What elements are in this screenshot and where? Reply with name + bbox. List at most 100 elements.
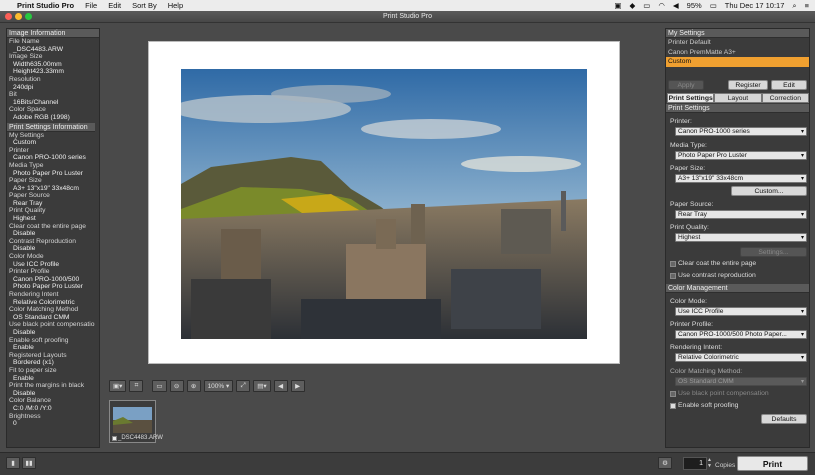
edit-button[interactable]: Edit <box>771 80 807 90</box>
settings-panel: My Settings Printer Default Canon PremMa… <box>665 28 810 448</box>
apply-button[interactable]: Apply <box>668 80 704 90</box>
view-mode-icon[interactable]: ▣▾ <box>109 380 127 392</box>
next-icon[interactable]: ▶ <box>290 380 305 392</box>
menu-sort-by[interactable]: Sort By <box>132 1 157 10</box>
bottom-bar: ▮ ▮▮ ⚙ 1 ▲ ▼ Copies Print <box>0 452 815 475</box>
previous-icon[interactable]: ◀ <box>273 380 288 392</box>
paper-preview <box>148 41 620 364</box>
thumbnail-item[interactable]: _DSC4483.ARW <box>109 400 163 443</box>
my-settings-printer-default[interactable]: Printer Default <box>666 38 809 48</box>
dropbox-icon[interactable]: ◆ <box>629 1 635 10</box>
defaults-button[interactable]: Defaults <box>761 414 807 424</box>
copies-input[interactable]: 1 <box>683 457 707 470</box>
media-type-select[interactable]: Photo Paper Pro Luster <box>675 151 807 160</box>
layout-single-icon[interactable]: ▮ <box>6 457 20 469</box>
soft-proofing-checkbox[interactable]: Enable soft proofing <box>670 402 738 409</box>
photo-image <box>181 69 587 339</box>
menu-file[interactable]: File <box>85 1 97 10</box>
info-value: Enable <box>13 374 34 382</box>
info-value: Photo Paper Pro Luster <box>13 169 83 177</box>
zoom-select[interactable]: 100% ▾ <box>203 380 234 392</box>
my-settings-custom[interactable]: Custom <box>666 57 809 67</box>
my-settings-canon-premmatte[interactable]: Canon PremMatte A3+ <box>666 48 809 58</box>
tab-correction[interactable]: Correction <box>761 93 809 103</box>
custom-paper-button[interactable]: Custom... <box>731 186 807 196</box>
thumbnail-filename: _DSC4483.ARW <box>118 435 163 441</box>
info-value: Bordered (x1) <box>13 359 54 367</box>
compare-icon[interactable]: ▤▾ <box>253 380 271 392</box>
color-matching-select[interactable]: OS Standard CMM <box>675 377 807 386</box>
info-label: Printer Profile <box>9 268 50 276</box>
info-value: Disable <box>13 328 36 336</box>
paper-source-select[interactable]: Rear Tray <box>675 210 807 219</box>
color-mode-label: Color Mode: <box>670 298 708 305</box>
window-title: Print Studio Pro <box>382 13 433 20</box>
close-window-button[interactable] <box>5 13 12 20</box>
print-quality-select[interactable]: Highest <box>675 233 807 242</box>
menu-app-name[interactable]: Print Studio Pro <box>17 1 74 10</box>
photo-preview[interactable] <box>181 69 587 339</box>
contrast-checkbox[interactable]: Use contrast reproduction <box>670 272 756 279</box>
image-info-header[interactable]: Image Information <box>7 29 99 38</box>
tab-print-settings[interactable]: Print Settings <box>667 93 715 103</box>
clear-coat-checkbox[interactable]: Clear coat the entire page <box>670 260 756 267</box>
color-management-header[interactable]: Color Management <box>666 284 809 293</box>
clear-coat-box[interactable] <box>670 260 676 267</box>
info-value: Rear Tray <box>13 199 43 207</box>
color-mode-select[interactable]: Use ICC Profile <box>675 307 807 316</box>
black-point-box[interactable] <box>670 390 676 397</box>
info-label: Paper Source <box>9 192 50 200</box>
paper-size-select[interactable]: A3+ 13"x19" 33x48cm <box>675 174 807 183</box>
info-label: File Name <box>9 38 40 45</box>
info-label: Color Mode <box>9 253 44 261</box>
gear-icon[interactable]: ⚙ <box>658 457 672 469</box>
soft-proofing-label: Enable soft proofing <box>678 402 739 409</box>
quality-settings-button[interactable]: Settings... <box>740 247 807 257</box>
copies-stepper[interactable]: ▲ ▼ <box>707 457 713 470</box>
print-info-header[interactable]: Print Settings Information <box>7 122 99 132</box>
battery-status[interactable]: 95% <box>687 1 702 10</box>
zoom-out-icon[interactable]: ⊖ <box>169 380 184 392</box>
search-icon[interactable]: ⌕ <box>792 1 796 11</box>
fit-icon[interactable]: ▭ <box>152 380 167 392</box>
contrast-label: Use contrast reproduction <box>678 272 756 279</box>
print-button[interactable]: Print <box>737 456 808 471</box>
rendering-intent-label: Rendering Intent: <box>670 344 723 351</box>
left-scrollbar[interactable] <box>95 38 99 447</box>
menu-help[interactable]: Help <box>168 1 183 10</box>
clock[interactable]: Thu Dec 17 10:17 <box>725 1 785 10</box>
contrast-box[interactable] <box>670 272 676 279</box>
display-icon[interactable]: ▭ <box>643 1 650 10</box>
info-value: Highest <box>13 215 36 223</box>
camera-icon[interactable]: ▣ <box>614 1 621 10</box>
battery-icon: ▭ <box>709 1 717 10</box>
zoom-in-icon[interactable]: ⊕ <box>186 380 201 392</box>
media-type-label: Media Type: <box>670 142 707 149</box>
info-label: Bit <box>9 91 17 99</box>
info-value: Height423.33mm <box>13 68 64 76</box>
wifi-icon[interactable]: ◠ <box>658 1 665 10</box>
info-label: Media Type <box>9 161 44 169</box>
black-point-checkbox[interactable]: Use black point compensation <box>670 390 769 397</box>
my-settings-header[interactable]: My Settings <box>666 29 809 38</box>
preview-area <box>103 28 659 378</box>
thumbnail-checkbox[interactable] <box>112 435 117 441</box>
layout-split-icon[interactable]: ▮▮ <box>22 457 36 469</box>
volume-icon[interactable]: ◀ <box>673 1 679 10</box>
printer-profile-select[interactable]: Canon PRO-1000/500 Photo Paper... <box>675 330 807 339</box>
print-settings-header[interactable]: Print Settings <box>666 104 809 113</box>
soft-proofing-box[interactable] <box>670 402 676 409</box>
zoom-window-button[interactable] <box>25 13 32 20</box>
info-value: OS Standard CMM <box>13 313 70 321</box>
list-icon[interactable]: ≡ <box>805 1 809 10</box>
crop-icon[interactable]: ⌗ <box>129 380 144 392</box>
fullscreen-icon[interactable]: ⤢ <box>236 380 251 392</box>
info-value: Canon PRO-1000 series <box>13 154 86 162</box>
printer-select[interactable]: Canon PRO-1000 series <box>675 127 807 136</box>
minimize-window-button[interactable] <box>15 13 22 20</box>
register-button[interactable]: Register <box>728 80 768 90</box>
rendering-intent-select[interactable]: Relative Colorimetric <box>675 353 807 362</box>
menu-edit[interactable]: Edit <box>108 1 121 10</box>
tab-layout[interactable]: Layout <box>714 93 762 103</box>
information-panel: Image Information File Name _DSC4483.ARW I… <box>6 28 100 448</box>
